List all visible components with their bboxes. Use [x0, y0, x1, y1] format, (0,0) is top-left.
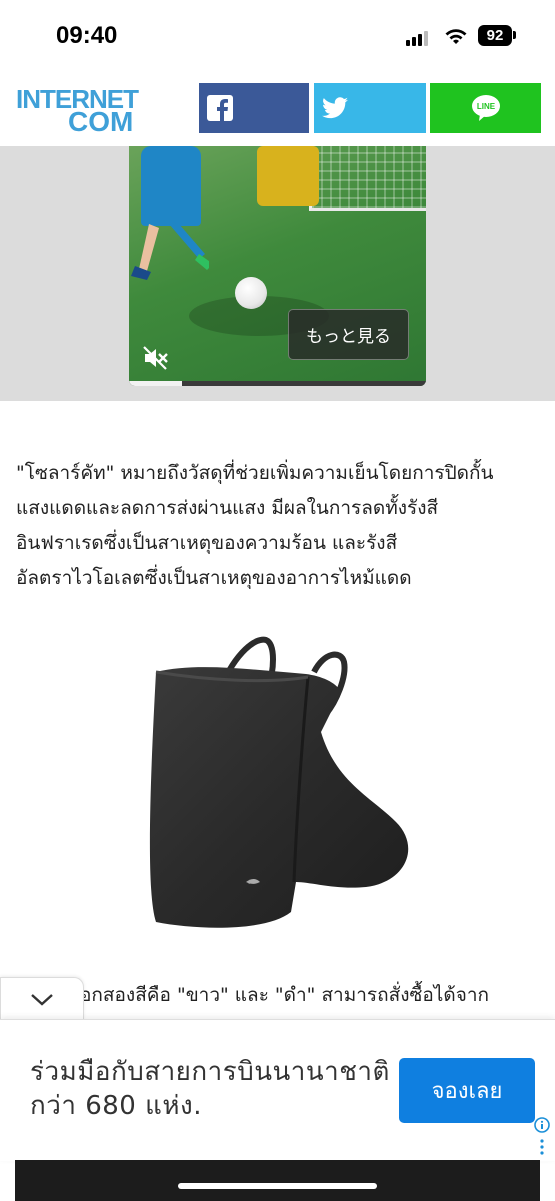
video-progress-bar[interactable]: [129, 381, 426, 386]
battery-indicator: 92: [478, 25, 512, 46]
neck-gaiter-product-image: [149, 636, 409, 928]
player-blue-legs: [131, 224, 209, 280]
facebook-share-button[interactable]: [199, 83, 309, 133]
status-time: 09:40: [56, 22, 118, 49]
soccer-ball: [235, 277, 267, 309]
see-more-button[interactable]: もっと見る: [288, 309, 409, 360]
adchoices-icon[interactable]: [532, 1117, 552, 1157]
cellular-signal-icon: [406, 30, 432, 46]
ad-cta-button[interactable]: จองเลย: [399, 1058, 535, 1123]
paragraph-line: อินฟราเรดซึ่งเป็นสาเหตุของความร้อน และรั…: [16, 532, 398, 554]
facebook-icon: [207, 95, 233, 121]
paragraph-line: แสงแดดและลดการส่งผ่านแสง มีผลในการลดทั้ง…: [16, 497, 439, 519]
twitter-share-button[interactable]: [314, 83, 426, 133]
twitter-icon: [322, 97, 348, 119]
paragraph-line: "โซลาร์คัท" หมายถึงวัสดุที่ช่วยเพิ่มความ…: [16, 462, 494, 484]
player-yellow: [257, 146, 319, 206]
line-icon-label: LINE: [476, 102, 495, 111]
muted-speaker-icon[interactable]: [143, 346, 169, 370]
video-player[interactable]: もっと見る: [129, 146, 426, 386]
battery-tip: [513, 31, 516, 39]
ad-headline: ร่วมมือกับสายการบินนานาชาติกว่า 680 แห่ง…: [30, 1057, 390, 1121]
player-blue: [141, 146, 201, 226]
collapse-ad-button[interactable]: [0, 977, 84, 1020]
paragraph-line: อัลตราไวโอเลตซึ่งเป็นสาเหตุของอาการไหม้แ…: [16, 567, 412, 589]
status-bar: 09:40 92: [0, 0, 555, 72]
home-indicator[interactable]: [178, 1183, 377, 1189]
line-share-button[interactable]: LINE: [430, 83, 541, 133]
video-progress-fill: [129, 381, 183, 386]
bottom-toolbar: [15, 1160, 540, 1201]
logo-line2: COM: [68, 106, 134, 137]
goal-net: [309, 146, 426, 211]
site-logo[interactable]: INTERNET COM: [16, 84, 156, 137]
chevron-down-icon: [31, 994, 53, 1006]
ad-banner[interactable]: ร่วมมือกับสายการบินนานาชาติกว่า 680 แห่ง…: [0, 1019, 555, 1161]
article-paragraph: "โซลาร์คัท" หมายถึงวัสดุที่ช่วยเพิ่มความ…: [16, 456, 546, 596]
site-header: INTERNET COM LINE: [0, 72, 555, 147]
line-icon: LINE: [471, 95, 500, 121]
wifi-icon: [445, 29, 467, 44]
article-paragraph-partial: ีอกสองสีคือ "ขาว" และ "ดำ" สามารถสั่งซื้…: [80, 984, 490, 1006]
